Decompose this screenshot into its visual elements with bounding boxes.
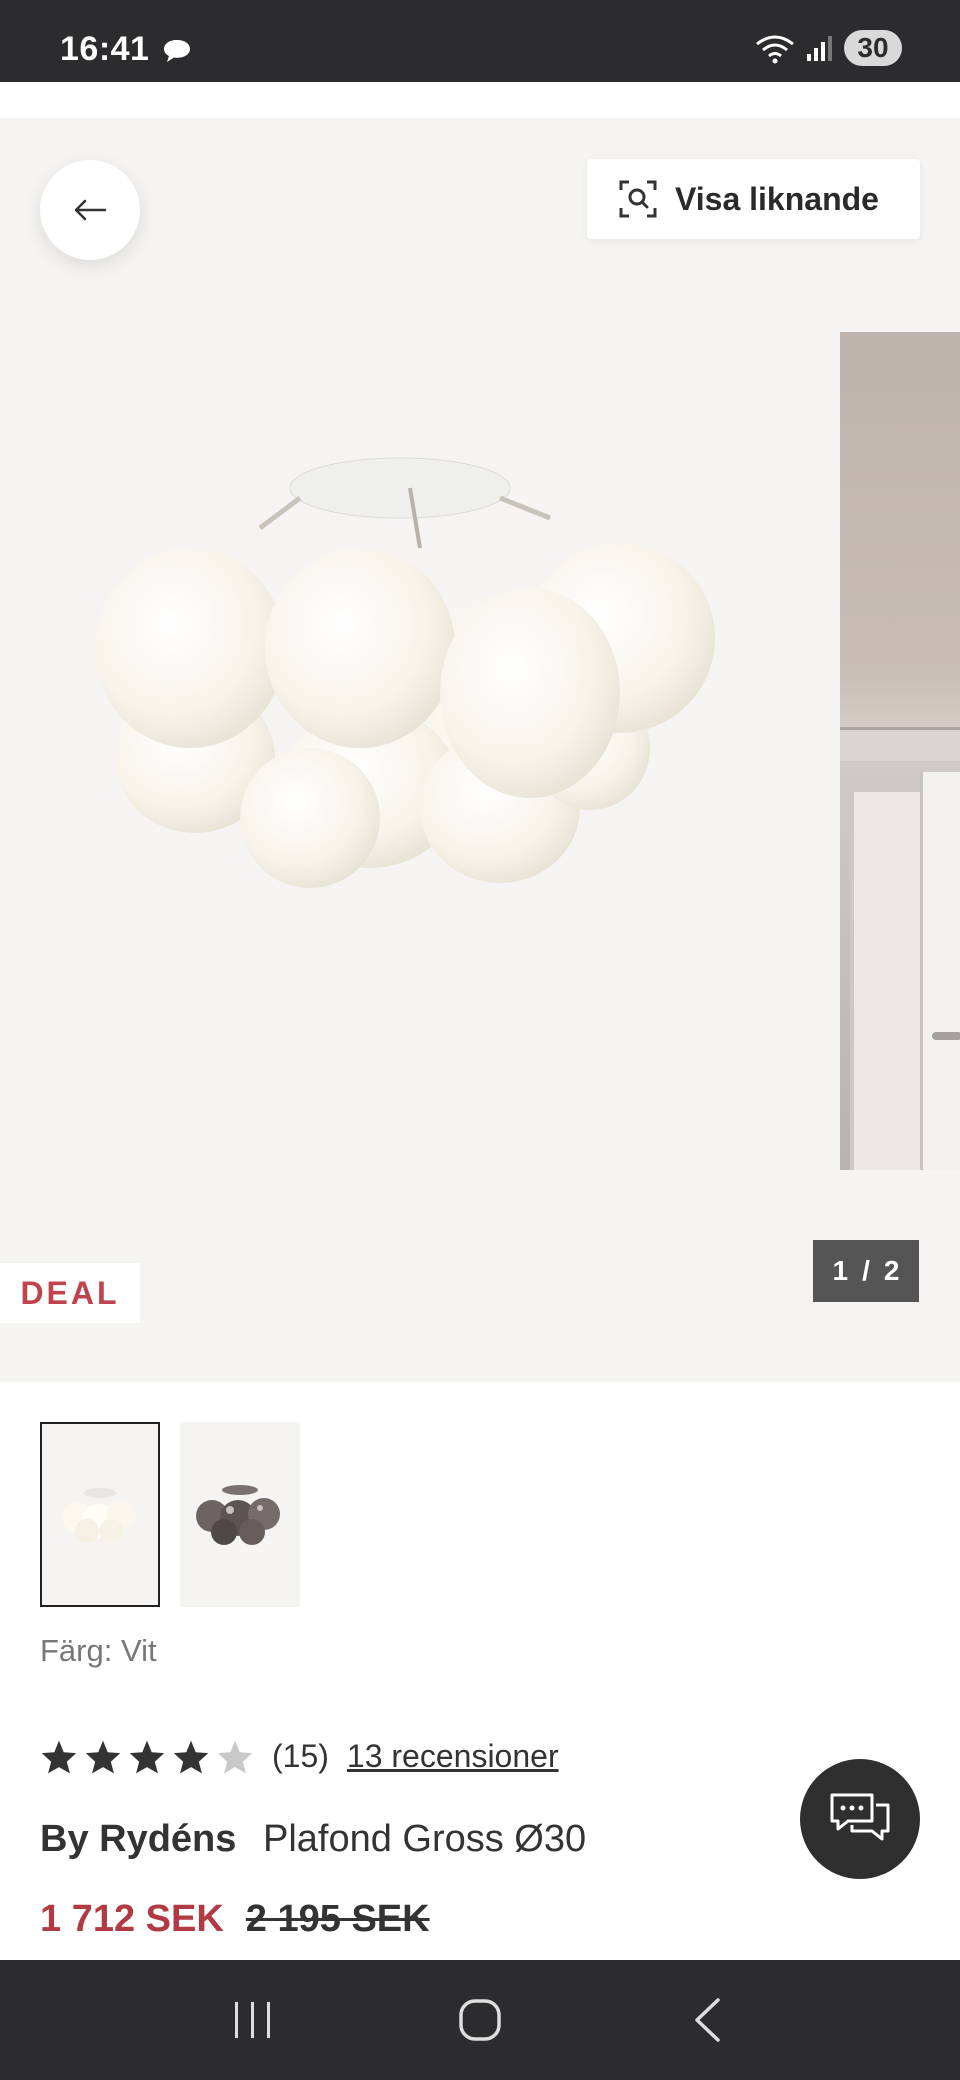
image-counter-separator: /	[862, 1255, 870, 1286]
deal-badge: DEAL	[0, 1263, 140, 1323]
color-thumbnail-white[interactable]	[40, 1422, 160, 1607]
recent-apps-icon	[235, 2002, 271, 2038]
back-chevron-icon	[694, 1998, 720, 2042]
rating-count: (15)	[272, 1738, 329, 1774]
message-notification-icon	[164, 40, 190, 62]
product-title: By Rydéns Plafond Gross Ø30	[40, 1818, 586, 1861]
home-icon	[459, 1999, 501, 2041]
visual-search-icon	[619, 180, 657, 218]
home-button[interactable]	[430, 1980, 530, 2060]
wifi-icon	[756, 35, 794, 64]
image-counter-total: 2	[883, 1255, 900, 1286]
color-variant-thumbnails	[40, 1422, 300, 1607]
thumbnail-white-lamp	[62, 1487, 136, 1543]
product-name: Plafond Gross Ø30	[262, 1818, 587, 1860]
show-similar-button[interactable]: Visa liknande	[587, 159, 920, 239]
reviews-link[interactable]: 13 recensioner	[347, 1738, 559, 1775]
thumbnail-smoke-lamp	[196, 1484, 280, 1545]
current-price: 1 712 SEK	[40, 1898, 224, 1940]
star-filled-icon	[129, 1740, 165, 1773]
star-empty-icon	[217, 1740, 253, 1773]
system-back-button[interactable]	[657, 1980, 757, 2060]
system-navigation-bar	[0, 1960, 960, 2080]
star-rating	[40, 1739, 254, 1775]
room-door-panel	[920, 772, 960, 1170]
chat-button[interactable]	[800, 1759, 920, 1879]
signal-icon	[807, 36, 832, 61]
back-button[interactable]	[40, 160, 140, 260]
selected-color-label: Färg: Vit	[40, 1633, 157, 1668]
image-counter-current: 1	[832, 1255, 849, 1286]
show-similar-label: Visa liknande	[675, 180, 879, 217]
battery-indicator: 30	[844, 30, 902, 66]
product-brand[interactable]: By Rydéns	[40, 1818, 236, 1860]
product-image-lamp	[95, 457, 715, 888]
rating-row: (15) 13 recensioner	[40, 1738, 559, 1775]
star-filled-icon	[41, 1740, 77, 1773]
star-filled-icon	[173, 1740, 209, 1773]
price-row: 1 712 SEK 2 195 SEK	[40, 1898, 430, 1941]
arrow-left-icon	[74, 199, 107, 221]
star-filled-icon	[85, 1740, 121, 1773]
original-price: 2 195 SEK	[245, 1898, 430, 1940]
status-bar: 16:41 30	[0, 0, 960, 82]
color-thumbnail-smoke[interactable]	[180, 1422, 300, 1607]
room-molding	[840, 727, 960, 761]
image-counter: 1 / 2	[813, 1240, 919, 1302]
chat-bubbles-icon	[830, 1793, 890, 1841]
door-handle	[932, 1032, 960, 1040]
status-indicators: 30	[754, 30, 902, 66]
status-time: 16:41	[60, 30, 150, 68]
recent-apps-button[interactable]	[203, 1980, 303, 2060]
product-image-gallery[interactable]: Visa liknande DEAL 1 / 2	[0, 118, 960, 1382]
next-slide-preview[interactable]	[840, 332, 960, 1170]
